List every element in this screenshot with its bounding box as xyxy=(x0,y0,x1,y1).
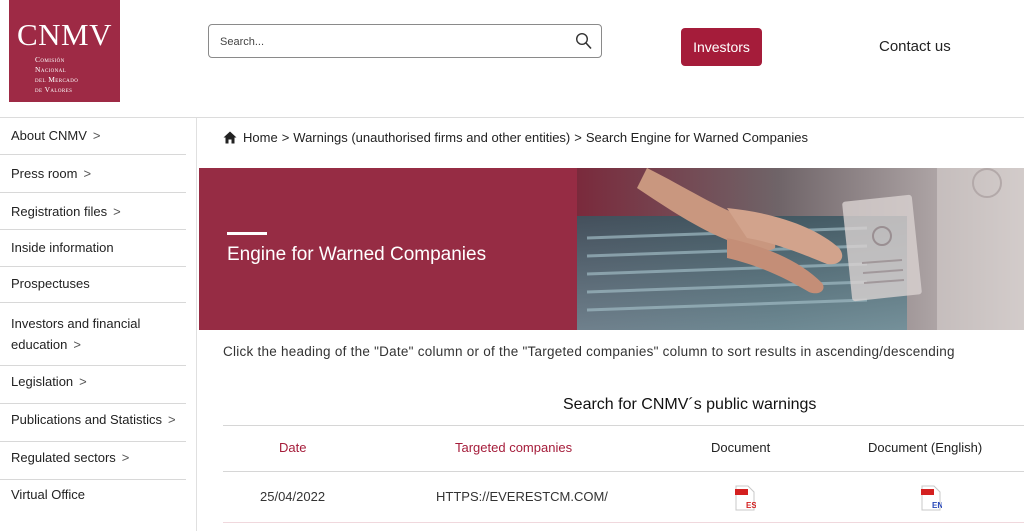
logo-subtitle-line: de Valores xyxy=(35,85,73,94)
sidebar-item-label: Publications and Statistics xyxy=(11,412,163,427)
search-icon[interactable] xyxy=(575,32,592,50)
sidebar-item-label: Investors and financial xyxy=(11,316,141,331)
chevron-right-icon: > xyxy=(113,204,121,219)
row-date: 25/04/2022 xyxy=(260,489,326,504)
chevron-right-icon: > xyxy=(168,412,176,427)
logo-subtitle-line: Nacional xyxy=(35,65,67,74)
breadcrumb-current: Search Engine for Warned Companies xyxy=(585,130,808,145)
sidebar-item-label: Press room xyxy=(11,166,78,181)
search-input[interactable]: Search... xyxy=(208,24,602,58)
logo-subtitle-line: Comisión xyxy=(35,55,65,64)
logo-wordmark: CNMV xyxy=(16,17,112,52)
sidebar-item-label: Prospectuses xyxy=(11,276,90,291)
page-title: Engine for Warned Companies xyxy=(227,244,487,265)
instructions-text: Click the heading of the "Date" column o… xyxy=(223,344,955,359)
sidebar-item-label: education xyxy=(11,337,68,352)
pdf-en-icon[interactable]: EN xyxy=(920,485,942,511)
breadcrumb: Home > Warnings (unauthorised firms and … xyxy=(223,130,808,145)
logo-subtitle: Comisión Nacional del Mercado de Valores xyxy=(35,55,78,95)
sidebar-item-about-cnmv[interactable]: About CNMV > xyxy=(0,118,186,155)
column-header-targeted-companies[interactable]: Targeted companies xyxy=(455,440,572,455)
breadcrumb-separator: > xyxy=(574,130,582,145)
sidebar-divider xyxy=(196,118,197,531)
contact-us-link[interactable]: Contact us xyxy=(879,38,951,55)
column-header-document: Document xyxy=(711,440,771,455)
row-company: HTTPS://EVERESTCM.COM/ xyxy=(436,489,608,504)
table-divider xyxy=(223,425,1024,426)
sidebar-item-label: Inside information xyxy=(11,240,114,255)
table-title-text: Search for CNMV´s public warnings xyxy=(563,396,817,413)
column-header-date[interactable]: Date xyxy=(279,440,306,455)
pdf-es-icon[interactable]: ES xyxy=(734,485,756,511)
sidebar-item-virtual-office[interactable]: Virtual Office xyxy=(0,480,186,518)
sidebar-item-label: Regulated sectors xyxy=(11,450,116,465)
chevron-right-icon: > xyxy=(121,450,130,465)
breadcrumb-warnings[interactable]: Warnings (unauthorised firms and other e… xyxy=(293,130,570,145)
chevron-right-icon: > xyxy=(92,128,101,143)
sidebar-item-publications-statistics[interactable]: Publications and Statistics > xyxy=(0,404,186,442)
sidebar-item-label: Virtual Office xyxy=(11,487,85,502)
sidebar-item-press-room[interactable]: Press room > xyxy=(0,155,186,193)
sidebar-item-label: About CNMV xyxy=(11,128,87,143)
breadcrumb-separator: > xyxy=(281,130,290,145)
sidebar-item-label: Legislation xyxy=(11,374,74,389)
page-banner: Engine for Warned Companies xyxy=(199,168,1024,330)
sidebar-item-legislation[interactable]: Legislation > xyxy=(0,366,186,404)
search-placeholder: Search... xyxy=(220,36,265,48)
sidebar-item-investors-education[interactable]: Investors and financial education > xyxy=(0,303,186,366)
sidebar-item-registration-files[interactable]: Registration files > xyxy=(0,193,186,230)
sidebar-item-inside-information[interactable]: Inside information xyxy=(0,230,186,267)
column-header-document-english: Document (English) xyxy=(868,440,983,455)
table-divider xyxy=(223,471,1024,472)
investors-button[interactable]: Investors xyxy=(681,28,762,66)
logo-subtitle-line: del Mercado xyxy=(35,75,79,84)
pdf-badge-text: EN xyxy=(932,501,942,510)
chevron-right-icon: > xyxy=(73,337,81,352)
cnmv-logo[interactable]: CNMV Comisión Nacional del Mercado de Va… xyxy=(9,0,120,102)
pdf-badge-text: ES xyxy=(746,501,756,510)
sidebar-item-label: Registration files xyxy=(11,204,108,219)
chevron-right-icon: > xyxy=(79,374,87,389)
banner-panel: Engine for Warned Companies xyxy=(199,168,579,330)
sidebar-item-regulated-sectors[interactable]: Regulated sectors > xyxy=(0,442,186,480)
breadcrumb-home[interactable]: Home xyxy=(243,130,278,145)
laptop-hand-illustration xyxy=(577,168,1024,330)
home-icon xyxy=(223,131,237,144)
banner-rule xyxy=(227,232,267,235)
sidebar-item-prospectuses[interactable]: Prospectuses xyxy=(0,267,186,303)
chevron-right-icon: > xyxy=(83,166,92,181)
table-divider xyxy=(223,522,1024,523)
